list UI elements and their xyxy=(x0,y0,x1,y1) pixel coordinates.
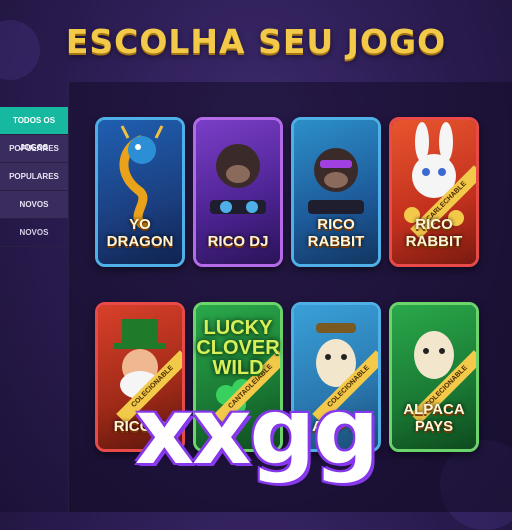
sidebar-item-all-games[interactable]: TODOS OS JOGOS xyxy=(0,107,68,152)
game-title: RICO RABBIT xyxy=(307,216,365,250)
game-title: YO DRAGON xyxy=(106,216,174,250)
sidebar-item-new[interactable]: NOVOS xyxy=(0,191,68,219)
category-sidebar: TODOS OS JOGOS POPULARES POPULARES NOVOS… xyxy=(0,107,68,247)
game-title: RICO RABBIT xyxy=(405,216,463,250)
game-title: RICO DJ xyxy=(207,233,269,250)
game-card-rico-dj[interactable]: RICO DJ xyxy=(193,117,283,267)
sidebar-item-popular[interactable]: POPULARES xyxy=(0,135,68,163)
lucky-clover-title: LUCKY CLOVER WILD xyxy=(196,317,280,379)
page-title: ESCOLHA SEU JOGO xyxy=(65,22,447,61)
game-card-rico-rabbit-2[interactable]: CARLECHABLE RICO RABBIT xyxy=(389,117,479,267)
sidebar-item-popular-2[interactable]: POPULARES xyxy=(0,163,68,191)
sidebar-item-new-2[interactable]: NOVOS xyxy=(0,219,68,247)
game-card-rico-rabbit[interactable]: RICO RABBIT xyxy=(291,117,381,267)
game-card-yo-dragon[interactable]: YO DRAGON xyxy=(95,117,185,267)
watermark-text: xxgg xyxy=(134,378,379,485)
